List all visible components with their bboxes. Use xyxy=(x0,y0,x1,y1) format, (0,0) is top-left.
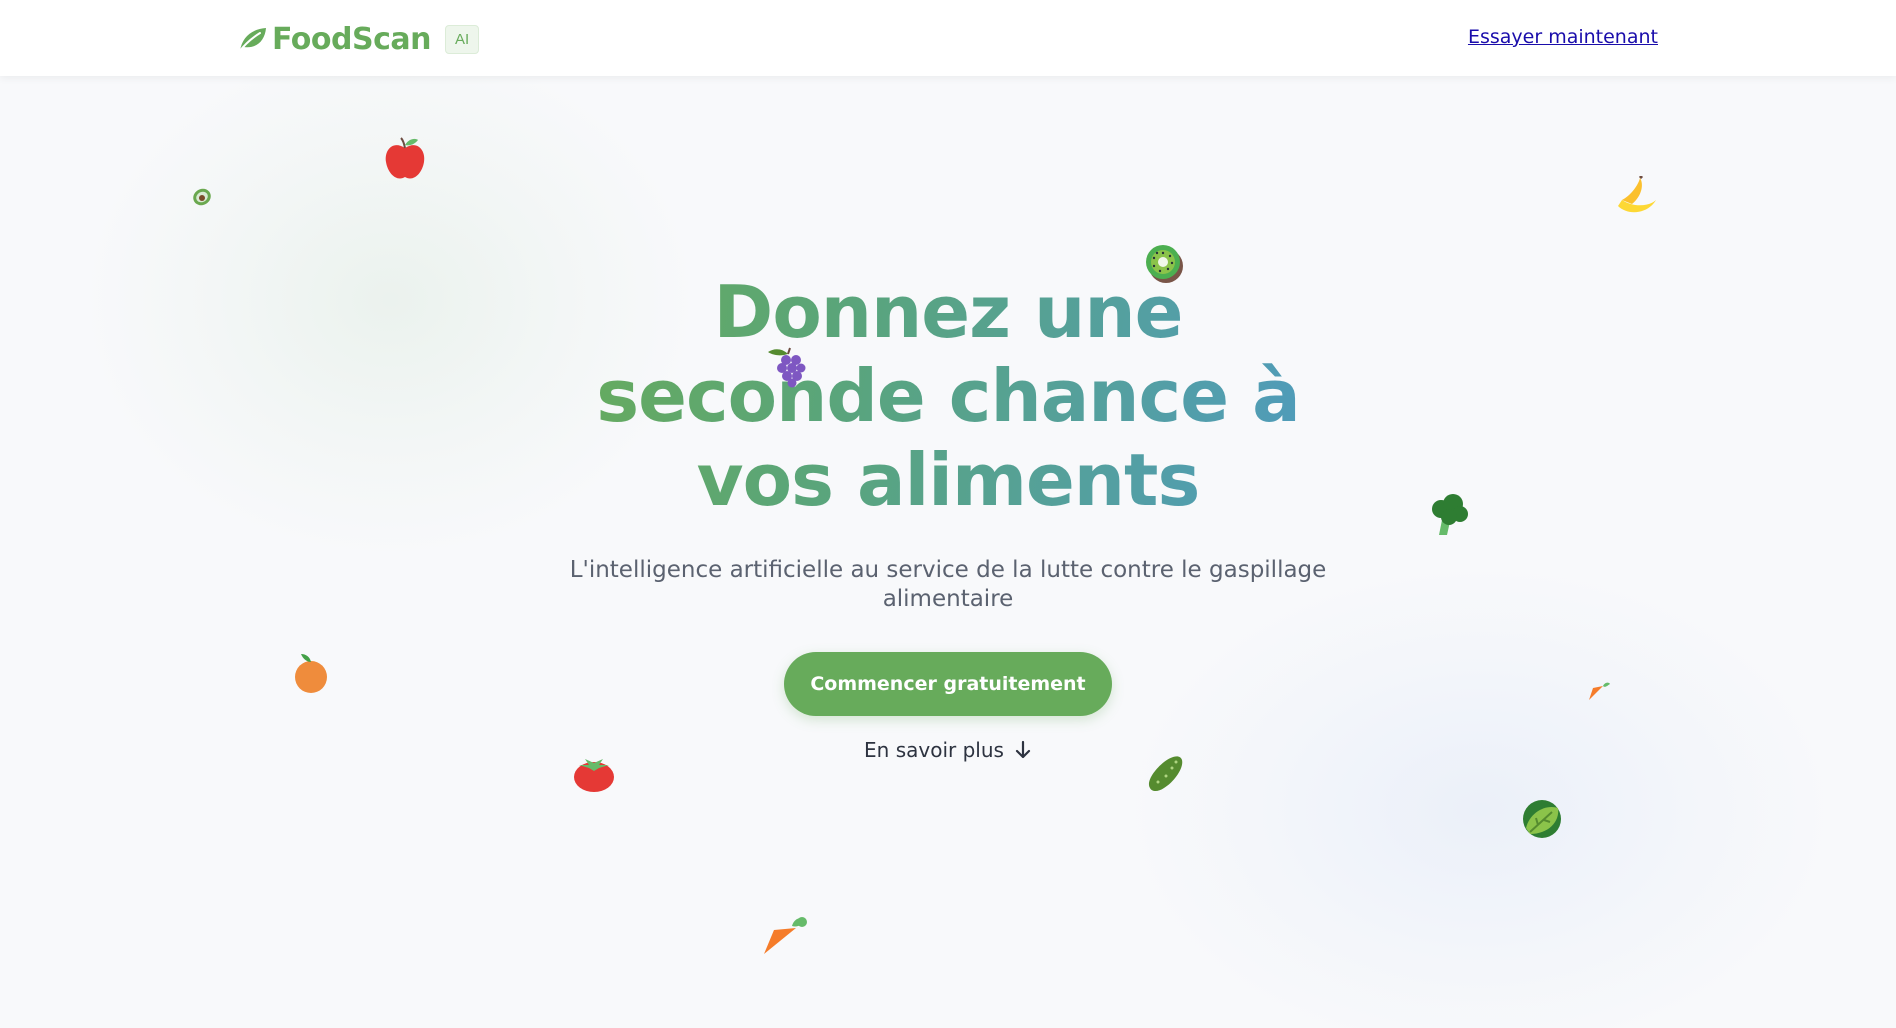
hero-section: Donnez une seconde chance à vos aliments… xyxy=(0,270,1896,762)
logo[interactable]: FoodScan AI xyxy=(236,20,480,58)
learn-more-label: En savoir plus xyxy=(864,738,1004,762)
apple-icon xyxy=(385,137,425,179)
arrow-down-icon xyxy=(1015,740,1031,759)
hero-title: Donnez une seconde chance à vos aliments xyxy=(568,270,1328,522)
start-free-button[interactable]: Commencer gratuitement xyxy=(784,652,1112,716)
banana-icon xyxy=(1618,176,1656,213)
kiwi-icon xyxy=(1146,245,1183,283)
cucumber-icon xyxy=(1148,756,1183,791)
lettuce-icon xyxy=(1523,800,1561,838)
logo-text: FoodScan xyxy=(272,21,431,57)
leaf-icon xyxy=(238,28,266,53)
ai-badge: AI xyxy=(444,24,480,54)
learn-more-link[interactable]: En savoir plus xyxy=(864,738,1032,762)
hero-subtitle: L'intelligence artificielle au service d… xyxy=(569,557,1327,612)
carrot-icon xyxy=(1589,682,1610,700)
tomato-icon xyxy=(574,759,614,792)
carrot-icon xyxy=(764,917,807,954)
try-now-link[interactable]: Essayer maintenant xyxy=(1468,26,1658,48)
avocado-icon xyxy=(193,188,211,206)
orange-icon xyxy=(295,654,327,693)
broccoli-icon xyxy=(1432,494,1468,535)
grapes-icon xyxy=(768,347,806,388)
top-navbar: FoodScan AI Essayer maintenant xyxy=(0,0,1896,76)
